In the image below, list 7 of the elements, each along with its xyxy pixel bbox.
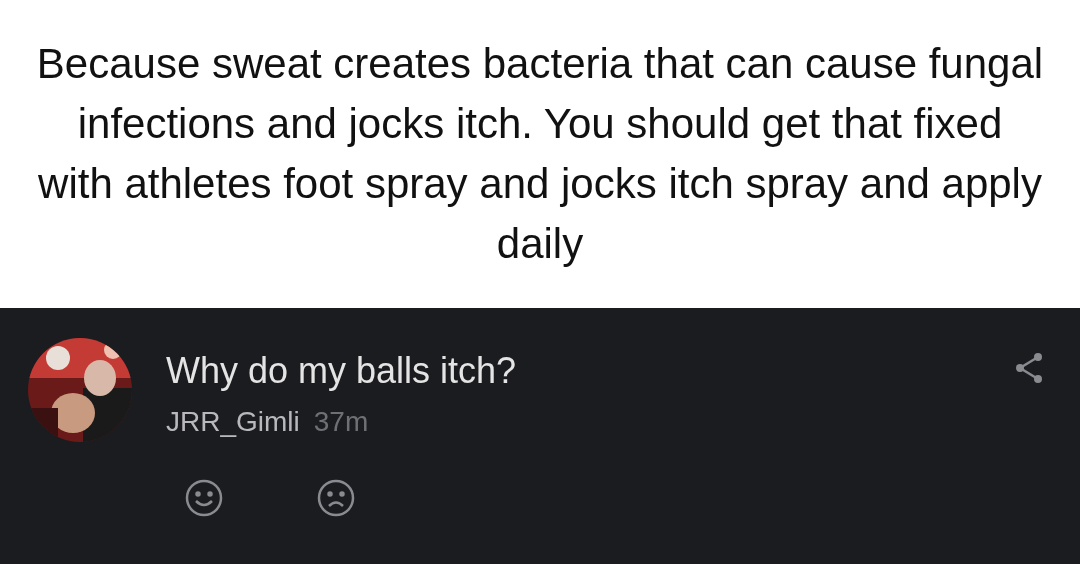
post-title: Why do my balls itch? (166, 350, 518, 392)
caption-text: Because sweat creates bacteria that can cause fungal infections and jocks itch. You should get that fixed with athletes foot spray and jocks itch spray and apply daily (35, 39, 1045, 269)
post-time: 37m (313, 406, 369, 438)
author-name[interactable]: JRR_Gimli (166, 406, 300, 438)
smile-icon[interactable] (184, 478, 224, 518)
frown-icon[interactable] (316, 478, 356, 518)
share-icon[interactable] (1014, 352, 1044, 384)
